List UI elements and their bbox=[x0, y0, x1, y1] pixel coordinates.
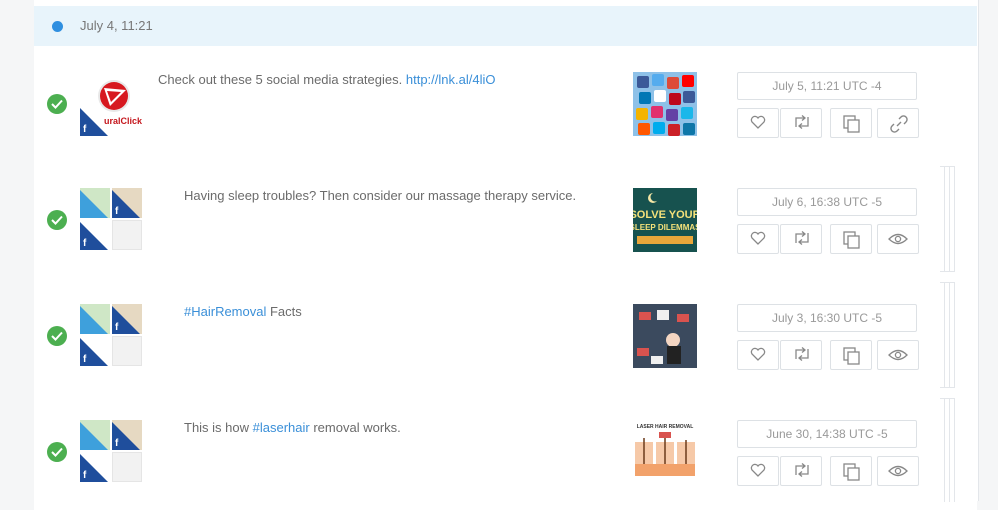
day-header: July 4, 11:21 bbox=[34, 6, 977, 47]
check-icon bbox=[47, 442, 67, 462]
account-avatar: f uralClick bbox=[80, 78, 142, 136]
post-row: f f Having sleep troubles? Then consider… bbox=[34, 162, 977, 279]
post-thumbnail[interactable]: LASER HAIR REMOVAL bbox=[633, 420, 697, 484]
heart-icon bbox=[750, 231, 766, 245]
post-message: #HairRemoval Facts bbox=[184, 304, 302, 319]
svg-text:SOLVE YOUR: SOLVE YOUR bbox=[633, 209, 697, 221]
copy-icon bbox=[843, 231, 860, 249]
account-avatar bbox=[80, 188, 110, 218]
retweet-button[interactable] bbox=[780, 456, 822, 486]
post-row: f f This is how #laserhair removal works… bbox=[34, 394, 977, 510]
stacked-posts-indicator bbox=[940, 282, 958, 388]
timeline-dot bbox=[52, 21, 63, 32]
duplicate-button[interactable] bbox=[830, 224, 872, 254]
check-icon bbox=[47, 326, 67, 346]
post-thumbnail[interactable] bbox=[633, 72, 697, 136]
stacked-posts-indicator bbox=[940, 166, 958, 272]
post-thumbnail[interactable]: SOLVE YOUR SLEEP DILEMMAS bbox=[633, 188, 697, 252]
post-message: Check out these 5 social media strategie… bbox=[158, 72, 496, 87]
retweet-button[interactable] bbox=[780, 224, 822, 254]
like-button[interactable] bbox=[737, 108, 779, 138]
link-button[interactable] bbox=[877, 108, 919, 138]
check-icon bbox=[47, 210, 67, 230]
hashtag-link[interactable]: #laserhair bbox=[253, 420, 310, 435]
repost-icon bbox=[795, 115, 809, 129]
account-avatar: f bbox=[112, 420, 142, 450]
chain-link-icon bbox=[890, 115, 908, 133]
account-avatar bbox=[80, 420, 110, 450]
retweet-button[interactable] bbox=[780, 340, 822, 370]
account-avatar: f bbox=[112, 304, 142, 334]
day-header-label: July 4, 11:21 bbox=[80, 18, 153, 33]
preview-button[interactable] bbox=[877, 224, 919, 254]
like-button[interactable] bbox=[737, 456, 779, 486]
copy-icon bbox=[843, 463, 860, 481]
repost-icon bbox=[795, 463, 809, 477]
account-avatar: f bbox=[112, 188, 142, 218]
post-message: This is how #laserhair removal works. bbox=[184, 420, 401, 435]
eye-icon bbox=[888, 465, 908, 477]
svg-text:LASER HAIR REMOVAL: LASER HAIR REMOVAL bbox=[637, 424, 694, 430]
heart-icon bbox=[750, 347, 766, 361]
duplicate-button[interactable] bbox=[830, 108, 872, 138]
copy-icon bbox=[843, 115, 860, 133]
preview-button[interactable] bbox=[877, 456, 919, 486]
like-button[interactable] bbox=[737, 224, 779, 254]
like-button[interactable] bbox=[737, 340, 779, 370]
account-avatar: f bbox=[80, 336, 110, 366]
eye-icon bbox=[888, 349, 908, 361]
schedule-date-button[interactable]: June 30, 14:38 UTC -5 bbox=[737, 420, 917, 448]
stacked-posts-indicator bbox=[940, 398, 958, 502]
account-avatar-placeholder bbox=[112, 220, 142, 250]
account-avatar-group: f f bbox=[80, 188, 142, 250]
post-message: Having sleep troubles? Then consider our… bbox=[184, 188, 577, 203]
twitter-icon bbox=[80, 422, 108, 450]
schedule-date-button[interactable]: July 5, 11:21 UTC -4 bbox=[737, 72, 917, 100]
copy-icon bbox=[843, 347, 860, 365]
account-avatar-placeholder bbox=[112, 336, 142, 366]
twitter-icon bbox=[80, 190, 108, 218]
post-row: f f #HairRemoval Facts July 3, 16:30 UTC… bbox=[34, 278, 977, 395]
repost-icon bbox=[795, 231, 809, 245]
account-avatar: f bbox=[80, 452, 110, 482]
account-avatar bbox=[80, 304, 110, 334]
repost-icon bbox=[795, 347, 809, 361]
duplicate-button[interactable] bbox=[830, 456, 872, 486]
twitter-icon bbox=[80, 306, 108, 334]
preview-button[interactable] bbox=[877, 340, 919, 370]
schedule-date-button[interactable]: July 3, 16:30 UTC -5 bbox=[737, 304, 917, 332]
post-link[interactable]: http://lnk.al/4liO bbox=[406, 72, 496, 87]
eye-icon bbox=[888, 233, 908, 245]
account-avatar: f bbox=[80, 220, 110, 250]
hashtag-link[interactable]: #HairRemoval bbox=[184, 304, 266, 319]
post-thumbnail[interactable] bbox=[633, 304, 697, 368]
logo-wordmark: uralClick bbox=[104, 116, 143, 126]
heart-icon bbox=[750, 115, 766, 129]
retweet-button[interactable] bbox=[780, 108, 822, 138]
account-avatar-group: f f bbox=[80, 420, 142, 482]
heart-icon bbox=[750, 463, 766, 477]
account-avatar-group: f f bbox=[80, 304, 142, 366]
account-avatar-placeholder bbox=[112, 452, 142, 482]
post-row: f uralClick Check out these 5 social med… bbox=[34, 46, 977, 163]
svg-text:SLEEP DILEMMAS: SLEEP DILEMMAS bbox=[633, 223, 697, 232]
duplicate-button[interactable] bbox=[830, 340, 872, 370]
schedule-date-button[interactable]: July 6, 16:38 UTC -5 bbox=[737, 188, 917, 216]
check-icon bbox=[47, 94, 67, 114]
